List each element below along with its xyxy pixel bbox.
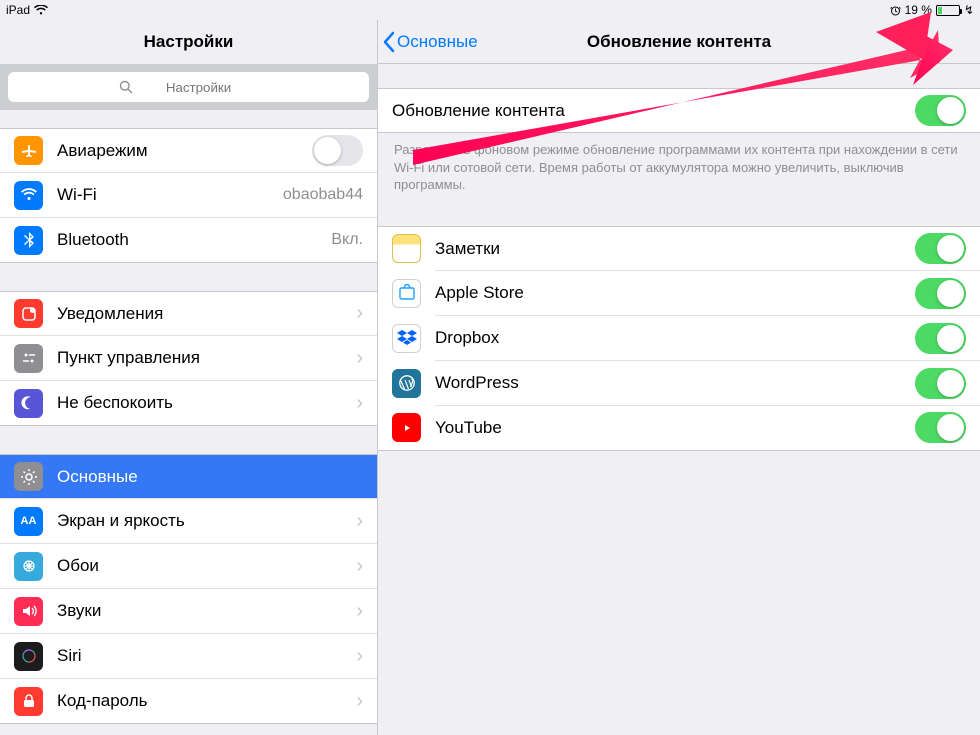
chevron-right-icon: › [356,510,363,533]
status-bar: iPad 19 % ↯ [0,0,980,20]
sidebar-item-general[interactable]: Основные [0,454,377,499]
annotation-arrowhead [876,12,946,72]
sidebar-item-sounds[interactable]: Звуки › [0,589,377,634]
bluetooth-value: Вкл. [331,231,363,249]
app-label: YouTube [435,418,915,438]
sidebar-item-label: Основные [57,467,363,487]
background-refresh-master-row[interactable]: Обновление контента [378,88,980,133]
sidebar-item-wallpaper[interactable]: Обои › [0,544,377,589]
row-label: Обновление контента [392,101,915,121]
sidebar-item-notifications[interactable]: Уведомления › [0,291,377,336]
sidebar-item-siri[interactable]: Siri › [0,634,377,679]
app-toggle-notes[interactable] [915,233,966,264]
sidebar-item-label: Не беспокоить [57,393,350,413]
chevron-right-icon: › [356,645,363,668]
app-toggle-wordpress[interactable] [915,368,966,399]
app-label: WordPress [435,373,915,393]
app-row-notes[interactable]: Заметки [378,226,980,271]
chevron-right-icon: › [356,555,363,578]
siri-icon [14,642,43,671]
sidebar-item-label: Обои [57,556,350,576]
chevron-right-icon: › [356,600,363,623]
wordpress-app-icon [392,369,421,398]
app-toggle-youtube[interactable] [915,412,966,443]
chevron-right-icon: › [356,690,363,713]
back-button[interactable]: Основные [382,31,478,53]
bluetooth-icon [14,226,43,255]
sidebar-item-label: Авиарежим [57,141,312,161]
sidebar-item-airplane[interactable]: Авиарежим [0,128,377,173]
wifi-icon [14,181,43,210]
airplane-toggle[interactable] [312,135,363,166]
device-label: iPad [6,3,30,17]
sidebar-item-bluetooth[interactable]: Bluetooth Вкл. [0,218,377,263]
search-field[interactable] [8,72,369,102]
charging-icon: ↯ [964,3,974,17]
wallpaper-icon [14,552,43,581]
appstore-app-icon [392,279,421,308]
search-icon [119,80,133,94]
control-center-icon [14,344,43,373]
chevron-left-icon [382,31,395,53]
sidebar-item-label: Bluetooth [57,230,331,250]
sounds-icon [14,597,43,626]
app-row-wordpress[interactable]: WordPress [378,361,980,406]
airplane-icon [14,136,43,165]
display-icon: AA [14,507,43,536]
app-toggle-dropbox[interactable] [915,323,966,354]
sidebar-item-label: Уведомления [57,304,350,324]
settings-sidebar: Настройки Авиарежим Wi- [0,20,378,735]
chevron-right-icon: › [356,302,363,325]
sidebar-item-control-center[interactable]: Пункт управления › [0,336,377,381]
detail-note: Разрешать в фоновом режиме обновление пр… [378,133,980,194]
chevron-right-icon: › [356,347,363,370]
app-label: Заметки [435,239,915,259]
sidebar-item-label: Siri [57,646,350,666]
detail-pane: Основные Обновление контента Обновление … [378,20,980,735]
search-bar-container [0,64,377,110]
app-toggle-applestore[interactable] [915,278,966,309]
dropbox-app-icon [392,324,421,353]
chevron-right-icon: › [356,392,363,415]
sidebar-item-passcode[interactable]: Код-пароль › [0,679,377,724]
sidebar-item-display[interactable]: AA Экран и яркость › [0,499,377,544]
sidebar-item-wifi[interactable]: Wi-Fi obaobab44 [0,173,377,218]
general-icon [14,462,43,491]
app-row-dropbox[interactable]: Dropbox [378,316,980,361]
wifi-value: obaobab44 [283,186,363,204]
app-label: Dropbox [435,328,915,348]
sidebar-title: Настройки [0,20,377,64]
background-refresh-master-toggle[interactable] [915,95,966,126]
sidebar-item-label: Wi-Fi [57,185,283,205]
sidebar-item-dnd[interactable]: Не беспокоить › [0,381,377,426]
dnd-icon [14,389,43,418]
app-label: Apple Store [435,283,915,303]
app-row-applestore[interactable]: Apple Store [378,271,980,316]
notes-app-icon [392,234,421,263]
back-label: Основные [397,32,478,52]
sidebar-item-label: Экран и яркость [57,511,350,531]
app-row-youtube[interactable]: YouTube [378,406,980,451]
notifications-icon [14,299,43,328]
sidebar-item-label: Пункт управления [57,348,350,368]
sidebar-item-label: Звуки [57,601,350,621]
wifi-status-icon [34,5,48,15]
search-input[interactable] [139,80,259,95]
youtube-app-icon [392,413,421,442]
passcode-icon [14,687,43,716]
sidebar-item-label: Код-пароль [57,691,350,711]
